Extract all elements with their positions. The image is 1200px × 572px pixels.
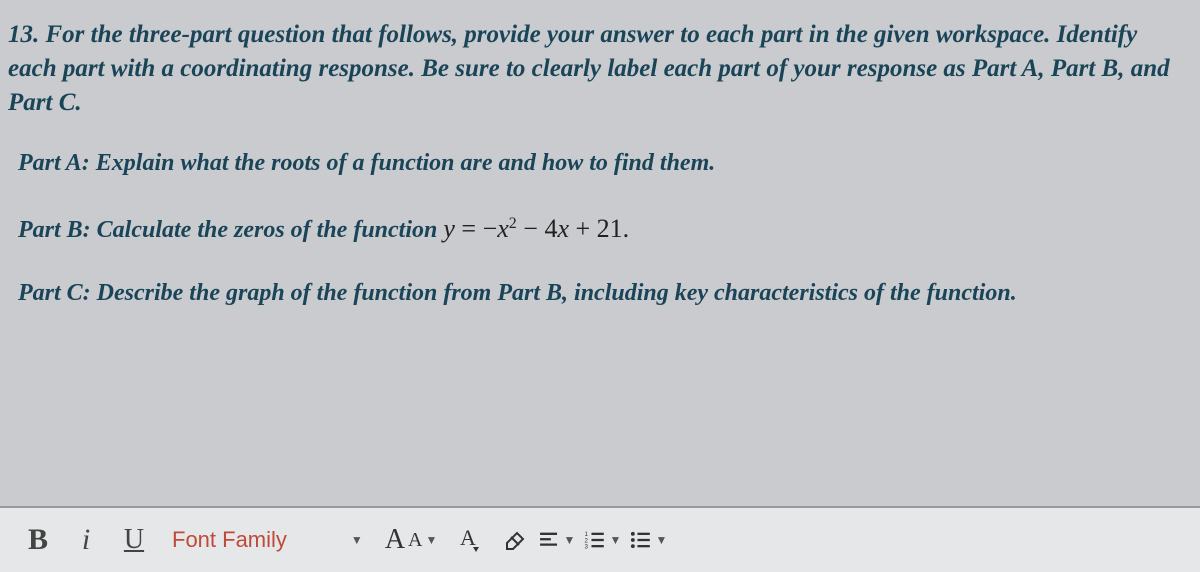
equation-mid: − 4 [517, 214, 558, 243]
bullet-list-button[interactable]: ▼ [629, 517, 675, 563]
align-button[interactable]: ▼ [537, 517, 583, 563]
font-color-icon: A [453, 525, 483, 555]
equation-x2: x [557, 214, 569, 243]
question-number: 13. [8, 21, 39, 48]
bold-button[interactable]: B [14, 516, 62, 564]
font-family-select[interactable]: Font Family ▼ [158, 527, 377, 553]
equation-eq: = [455, 214, 483, 243]
svg-text:A: A [460, 525, 476, 550]
chevron-down-icon: ▼ [351, 533, 363, 547]
part-c: Part C: Describe the graph of the functi… [8, 277, 1172, 311]
font-size-small-a: A [408, 529, 422, 552]
equation-x1: x [497, 214, 509, 243]
underline-button[interactable]: U [110, 516, 158, 564]
question-area: 13. For the three-part question that fol… [0, 0, 1200, 351]
equation-y: y [443, 214, 455, 243]
font-size-big-a: A [385, 524, 405, 556]
font-color-button[interactable]: A [445, 517, 491, 563]
numbered-list-icon: 1 2 3 [583, 527, 606, 553]
clear-formatting-button[interactable] [491, 517, 537, 563]
align-icon [537, 527, 560, 553]
svg-text:3: 3 [585, 543, 589, 550]
chevron-down-icon: ▼ [564, 533, 576, 547]
chevron-down-icon: ▼ [656, 533, 668, 547]
part-b: Part B: Calculate the zeros of the funct… [8, 211, 1172, 248]
font-size-select[interactable]: A A ▼ [377, 524, 446, 556]
equation-tail: + 21. [569, 214, 629, 243]
question-intro-text: For the three-part question that follows… [8, 21, 1170, 116]
font-family-label: Font Family [172, 527, 287, 553]
part-a: Part A: Explain what the roots of a func… [8, 147, 1172, 181]
question-intro: 13. For the three-part question that fol… [8, 18, 1172, 119]
part-b-prefix: Part B: Calculate the zeros of the funct… [18, 217, 443, 243]
chevron-down-icon: ▼ [610, 533, 622, 547]
chevron-down-icon: ▼ [426, 533, 438, 548]
bullet-list-icon [629, 527, 652, 553]
numbered-list-button[interactable]: 1 2 3 ▼ [583, 517, 629, 563]
eraser-icon [499, 525, 529, 555]
editor-toolbar: B i U Font Family ▼ A A ▼ A ▼ 1 2 [0, 506, 1200, 572]
equation-neg: − [483, 214, 498, 243]
italic-button[interactable]: i [62, 516, 110, 564]
equation-exp: 2 [509, 215, 517, 232]
